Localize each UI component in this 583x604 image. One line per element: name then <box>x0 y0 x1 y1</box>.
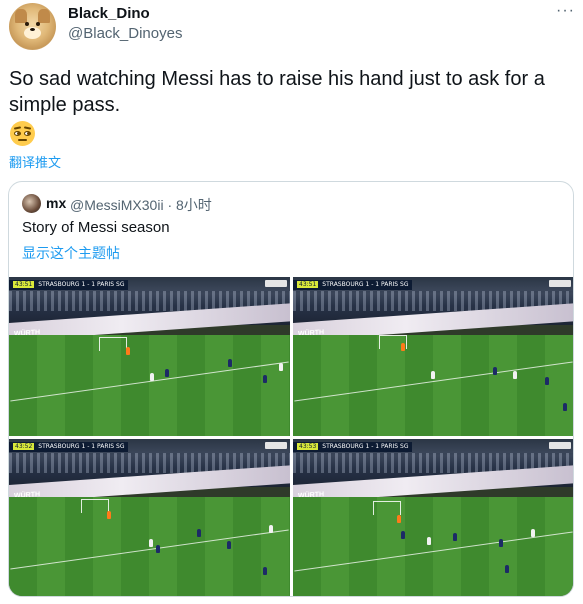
media-grid[interactable]: WÜRTH 43:51 STRASBOURG 1 - 1 PARIS SG WÜR… <box>9 277 573 596</box>
scorebug: 43:51 STRASBOURG 1 - 1 PARIS SG <box>9 280 129 290</box>
scorebug: 43:53 STRASBOURG 1 - 1 PARIS SG <box>293 442 413 452</box>
pitch <box>293 335 573 436</box>
emoji-brow-right <box>23 126 32 130</box>
avatar-ear-right <box>38 9 50 23</box>
player <box>505 565 509 573</box>
player <box>263 567 267 575</box>
emoji-eye-left <box>14 131 21 136</box>
show-thread-link[interactable]: 显示这个主题帖 <box>22 243 120 263</box>
player <box>493 367 497 375</box>
goal-frame <box>373 501 401 515</box>
goalkeeper <box>107 511 111 519</box>
translate-tweet-link[interactable]: 翻译推文 <box>9 152 61 171</box>
rolling-eyes-emoji-icon <box>10 121 35 146</box>
media-image-3[interactable]: WÜRTH 43:52 STRASBOURG 1 - 1 PARIS SG <box>9 439 290 596</box>
pitch <box>293 497 573 596</box>
emoji-brow-left <box>13 126 22 130</box>
player <box>401 531 405 539</box>
player <box>513 371 517 379</box>
player <box>431 371 435 379</box>
emoji-eye-right <box>24 131 31 136</box>
author-avatar[interactable] <box>9 3 56 50</box>
author-display-name[interactable]: Black_Dino <box>68 5 150 22</box>
player <box>150 373 154 381</box>
quoted-author-handle-time: @MessiMX30ii · 8小时 <box>70 197 212 213</box>
broadcaster-logo <box>265 442 287 449</box>
media-image-4[interactable]: WÜRTH 43:53 STRASBOURG 1 - 1 PARIS SG <box>293 439 573 596</box>
player <box>427 537 431 545</box>
broadcaster-logo <box>549 280 571 287</box>
player <box>197 529 201 537</box>
player <box>545 377 549 385</box>
player <box>149 539 153 547</box>
quoted-tweet-text: Story of Messi season <box>22 219 170 236</box>
broadcaster-logo <box>549 442 571 449</box>
emoji-pupil-left <box>17 132 20 135</box>
tweet-text: So sad watching Messi has to raise his h… <box>9 68 545 116</box>
scorebug: 43:52 STRASBOURG 1 - 1 PARIS SG <box>9 442 129 452</box>
goalkeeper <box>401 343 405 351</box>
quoted-tweet-card[interactable]: mx @MessiMX30ii · 8小时 Story of Messi sea… <box>8 181 574 597</box>
goalkeeper <box>397 515 401 523</box>
player <box>531 529 535 537</box>
quoted-author-name[interactable]: mx <box>46 195 66 211</box>
goal-frame <box>99 337 127 351</box>
goalkeeper <box>126 347 130 355</box>
broadcaster-logo <box>265 280 287 287</box>
player <box>499 539 503 547</box>
media-image-2[interactable]: WÜRTH 43:51 STRASBOURG 1 - 1 PARIS SG <box>293 277 573 436</box>
player <box>269 525 273 533</box>
player <box>165 369 169 377</box>
player <box>156 545 160 553</box>
more-options-icon[interactable]: ··· <box>556 2 575 20</box>
avatar-eye-right <box>36 22 40 26</box>
player <box>228 359 232 367</box>
player <box>563 403 567 411</box>
player <box>279 363 283 371</box>
player <box>263 375 267 383</box>
avatar-ear-left <box>15 9 27 23</box>
avatar-nose <box>30 28 35 31</box>
player <box>227 541 231 549</box>
author-handle[interactable]: @Black_Dinoyes <box>68 25 182 42</box>
emoji-mouth <box>18 139 27 141</box>
avatar-eye-left <box>25 22 29 26</box>
pitch <box>9 335 290 436</box>
media-image-1[interactable]: WÜRTH 43:51 STRASBOURG 1 - 1 PARIS SG <box>9 277 290 436</box>
goal-frame <box>81 499 109 513</box>
scorebug: 43:51 STRASBOURG 1 - 1 PARIS SG <box>293 280 413 290</box>
player <box>453 533 457 541</box>
emoji-pupil-right <box>27 132 30 135</box>
pitch <box>9 497 290 596</box>
quoted-author-avatar[interactable] <box>22 194 41 213</box>
